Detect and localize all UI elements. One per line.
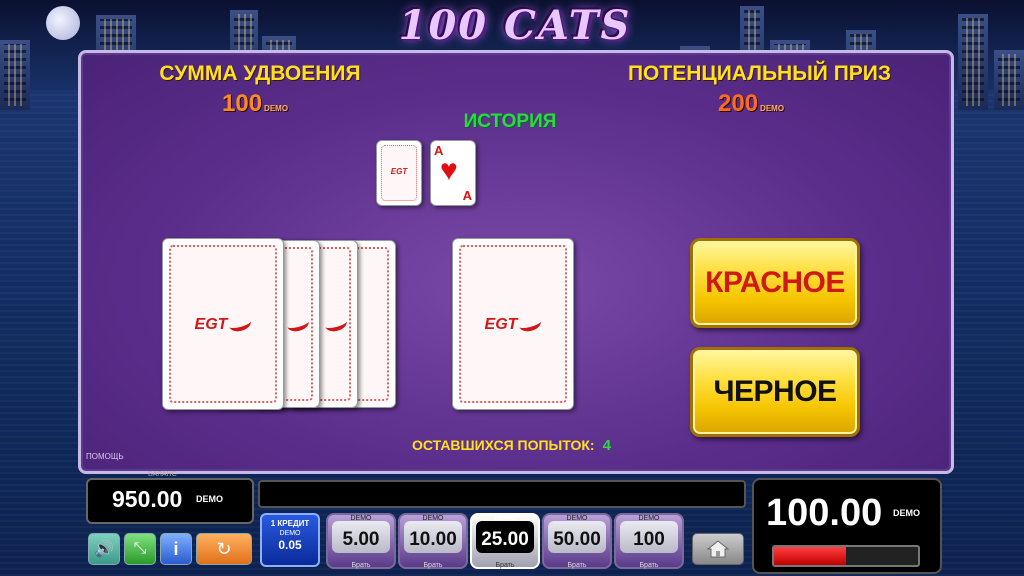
double-amount-demo: DEMO — [264, 104, 289, 113]
credit-line2: DEMO — [279, 530, 301, 537]
bet-demo: DEMO — [566, 515, 588, 522]
black-button[interactable]: ЧЕРНОЕ — [690, 347, 860, 437]
bet-demo: DEMO — [494, 515, 516, 522]
deck-card-brand: EGT — [163, 314, 283, 334]
fullscreen-button[interactable]: ⤡ — [124, 533, 156, 565]
bet-demo: DEMO — [638, 515, 660, 522]
bet-take: Брать — [639, 562, 659, 569]
double-amount-title: СУММА УДВОЕНИЯ — [159, 62, 361, 85]
bet-demo: DEMO — [422, 515, 444, 522]
bet-button[interactable]: DEMO 100 Брать — [614, 513, 684, 569]
history-card-ace-hearts: A ♥ A — [430, 140, 476, 206]
info-icon: i — [173, 538, 179, 559]
bet-take: Брать — [567, 562, 587, 569]
ace-rank-bottom: A — [462, 188, 472, 203]
sound-button[interactable]: 🔊 — [88, 533, 120, 565]
remaining-tries-value: 4 — [602, 437, 611, 454]
info-button[interactable]: i — [160, 533, 192, 565]
balance-label: БАЛАНС — [148, 471, 177, 478]
bet-value: 5.00 — [342, 529, 380, 550]
dealt-card-brand: EGT — [453, 314, 573, 334]
bet-value: 25.00 — [481, 529, 529, 550]
heart-icon: ♥ — [440, 154, 458, 187]
game-logo: 100 CATS — [398, 2, 632, 49]
history-card-back: EGT — [376, 140, 422, 206]
home-button[interactable] — [692, 533, 744, 565]
credit-line1: 1 КРЕДИТ — [270, 519, 310, 528]
bet-demo: DEMO — [350, 515, 372, 522]
history-label: ИСТОРИЯ — [463, 111, 557, 132]
bet-button[interactable]: DEMO 5.00 Брать — [326, 513, 396, 569]
double-amount: 100 DEMO — [222, 90, 288, 118]
win-progress-bar — [772, 545, 920, 567]
potential-prize-value: 200 — [718, 90, 759, 117]
deck-card-top: EGT — [162, 238, 284, 410]
moon — [46, 6, 80, 40]
credit-denomination[interactable]: 1 КРЕДИТ DEMO 0.05 — [260, 513, 320, 567]
history-card-brand: EGT — [390, 166, 408, 176]
remaining-tries-label: ОСТАВШИХСЯ ПОПЫТОК: — [412, 437, 595, 453]
autoplay-button[interactable]: ↻ — [196, 533, 252, 565]
bet-button-active[interactable]: DEMO 25.00 Брать — [470, 513, 540, 569]
potential-prize: 200 DEMO — [718, 90, 784, 118]
red-button[interactable]: КРАСНОЕ — [690, 238, 860, 328]
autoplay-icon: ↻ — [216, 538, 232, 559]
potential-prize-demo: DEMO — [760, 104, 785, 113]
bet-take: Брать — [495, 562, 515, 569]
bet-value: 100 — [633, 529, 665, 550]
remaining-tries: ОСТАВШИХСЯ ПОПЫТОК: 4 — [412, 437, 611, 454]
double-amount-value: 100 — [222, 90, 263, 117]
balance-demo: DEMO — [196, 494, 223, 504]
help-link[interactable]: ПОМОЩЬ — [86, 452, 124, 461]
fullscreen-icon: ⤡ — [133, 540, 147, 557]
dealt-card: EGT — [452, 238, 574, 410]
credit-value: 0.05 — [278, 538, 302, 552]
bet-value: 50.00 — [553, 529, 601, 550]
bet-button[interactable]: DEMO 50.00 Брать — [542, 513, 612, 569]
balance-value: 950.00 — [112, 486, 183, 512]
message-bar — [258, 480, 746, 508]
home-icon — [706, 540, 730, 558]
bet-button[interactable]: DEMO 10.00 Брать — [398, 513, 468, 569]
bet-take: Брать — [351, 562, 371, 569]
sound-icon: 🔊 — [94, 541, 114, 558]
bet-take: Брать — [423, 562, 443, 569]
potential-prize-title: ПОТЕНЦИАЛЬНЫЙ ПРИЗ — [627, 62, 892, 85]
win-value: 100.00 — [766, 492, 883, 534]
win-progress-fill — [774, 547, 846, 565]
win-demo: DEMO — [893, 508, 920, 518]
bet-value: 10.00 — [409, 529, 457, 550]
